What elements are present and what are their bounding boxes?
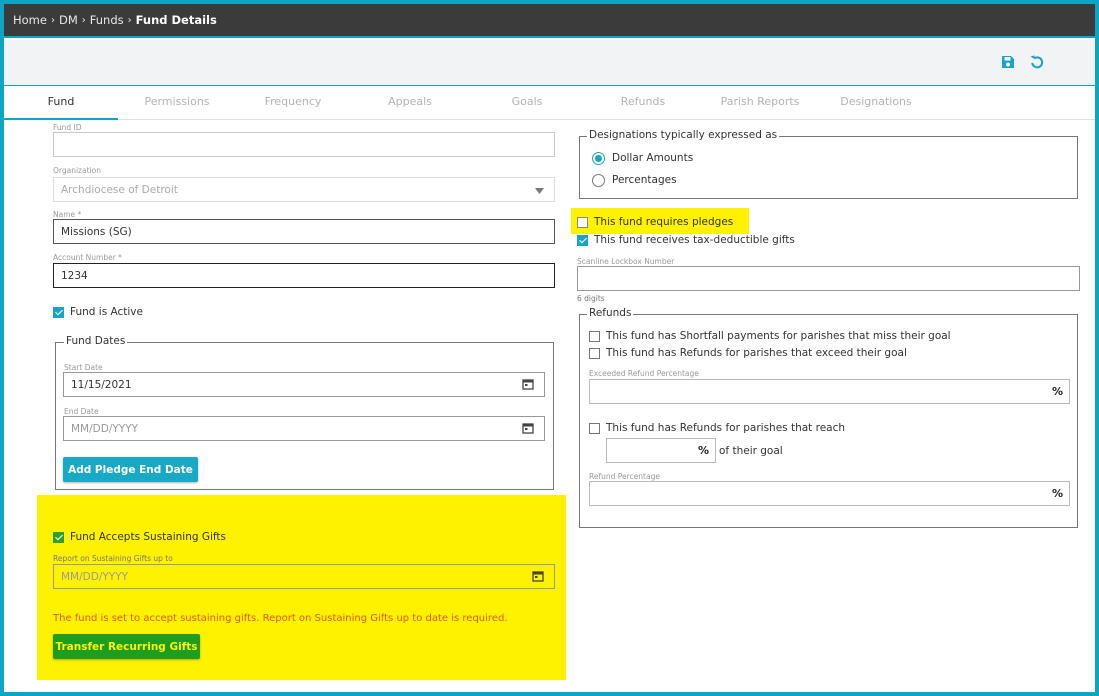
tax-deductible-checkbox[interactable]	[577, 235, 588, 246]
tax-deductible-label: This fund receives tax-deductible gifts	[594, 234, 795, 246]
percentages-radio[interactable]	[592, 174, 605, 187]
percent-icon: %	[1051, 385, 1063, 398]
breadcrumb-current: Fund Details	[135, 13, 217, 27]
organization-label: Organization	[53, 166, 101, 175]
refund-pct-label: Refund Percentage	[589, 472, 660, 481]
tab-designations[interactable]: Designations	[819, 86, 933, 120]
fund-active-label: Fund is Active	[70, 306, 143, 318]
tab-frequency[interactable]: Frequency	[236, 86, 350, 120]
reach-pct-input[interactable]: %	[606, 438, 716, 463]
fund-dates-group: Fund Dates Start Date 11/15/2021 End Dat…	[55, 335, 554, 490]
reach-refunds-checkbox[interactable]	[589, 423, 600, 434]
tab-refunds[interactable]: Refunds	[586, 86, 700, 120]
name-input[interactable]: Missions (SG)	[53, 219, 555, 244]
refunds-group: Refunds This fund has Shortfall payments…	[579, 307, 1078, 528]
requires-pledges-label: This fund requires pledges	[594, 216, 734, 228]
shortfall-label: This fund has Shortfall payments for par…	[606, 330, 951, 342]
end-date-input[interactable]: MM/DD/YYYY	[63, 416, 545, 441]
tab-goals[interactable]: Goals	[470, 86, 584, 120]
refund-pct-input[interactable]: %	[589, 481, 1070, 506]
add-pledge-end-date-button[interactable]: Add Pledge End Date	[63, 457, 198, 482]
dollar-amounts-label: Dollar Amounts	[612, 152, 694, 164]
scanline-input[interactable]	[577, 266, 1080, 291]
fund-dates-legend: Fund Dates	[64, 335, 128, 347]
end-date-label: End Date	[64, 407, 99, 416]
calendar-icon[interactable]	[522, 422, 534, 437]
breadcrumb-funds[interactable]: Funds	[90, 13, 124, 27]
of-their-goal-label: of their goal	[719, 445, 783, 457]
chevron-right-icon: ›	[81, 14, 86, 26]
sustaining-gifts-checkbox[interactable]	[53, 532, 64, 543]
tab-permissions[interactable]: Permissions	[120, 86, 234, 120]
name-label: Name *	[53, 210, 82, 219]
tab-appeals[interactable]: Appeals	[353, 86, 467, 120]
percentages-label: Percentages	[612, 174, 677, 186]
sustaining-error-message: The fund is set to accept sustaining gif…	[53, 613, 508, 624]
scanline-hint: 6 digits	[577, 294, 605, 303]
chevron-down-icon	[535, 185, 544, 197]
toolbar	[4, 40, 1095, 86]
undo-icon[interactable]	[1029, 54, 1047, 72]
fund-id-label: Fund ID	[53, 123, 82, 132]
exceeded-pct-input[interactable]: %	[589, 379, 1070, 404]
report-sustaining-placeholder: MM/DD/YYYY	[61, 570, 129, 583]
percent-icon: %	[697, 444, 709, 457]
account-number-label: Account Number *	[53, 253, 122, 262]
save-icon[interactable]	[1000, 54, 1018, 72]
transfer-recurring-gifts-button[interactable]: Transfer Recurring Gifts	[53, 634, 200, 659]
report-sustaining-label: Report on Sustaining Gifts up to	[53, 554, 173, 563]
designations-legend: Designations typically expressed as	[587, 129, 780, 141]
percent-icon: %	[1051, 487, 1063, 500]
start-date-value: 11/15/2021	[71, 378, 132, 391]
tab-bar: Fund Permissions Frequency Appeals Goals…	[4, 86, 1095, 120]
exceeded-pct-label: Exceeded Refund Percentage	[589, 369, 699, 378]
scanline-label: Scanline Lockbox Number	[577, 257, 675, 266]
tab-parish-reports[interactable]: Parish Reports	[703, 86, 817, 120]
breadcrumb: Home › DM › Funds › Fund Details	[4, 4, 1095, 38]
breadcrumb-home[interactable]: Home	[13, 13, 47, 27]
app-window: Home › DM › Funds › Fund Details Fund Pe…	[4, 4, 1095, 692]
designations-group: Designations typically expressed as Doll…	[579, 129, 1078, 199]
fund-id-input[interactable]	[53, 132, 555, 157]
refunds-legend: Refunds	[587, 307, 634, 319]
end-date-placeholder: MM/DD/YYYY	[71, 422, 139, 435]
calendar-icon[interactable]	[532, 570, 544, 585]
exceed-refunds-checkbox[interactable]	[589, 348, 600, 359]
chevron-right-icon: ›	[127, 14, 132, 26]
sustaining-gifts-label: Fund Accepts Sustaining Gifts	[70, 531, 227, 543]
calendar-icon[interactable]	[522, 378, 534, 393]
account-number-input[interactable]: 1234	[53, 263, 555, 288]
organization-select[interactable]: Archdiocese of Detroit	[53, 177, 555, 202]
chevron-right-icon: ›	[50, 14, 55, 26]
start-date-label: Start Date	[64, 363, 103, 372]
fund-active-checkbox[interactable]	[53, 307, 64, 318]
start-date-input[interactable]: 11/15/2021	[63, 372, 545, 397]
exceed-refunds-label: This fund has Refunds for parishes that …	[606, 347, 907, 359]
tab-fund[interactable]: Fund	[4, 86, 118, 120]
organization-value: Archdiocese of Detroit	[61, 183, 178, 196]
report-sustaining-input[interactable]: MM/DD/YYYY	[53, 564, 555, 589]
reach-refunds-label: This fund has Refunds for parishes that …	[606, 422, 846, 434]
dollar-amounts-radio[interactable]	[592, 152, 605, 165]
breadcrumb-dm[interactable]: DM	[59, 13, 78, 27]
requires-pledges-checkbox[interactable]	[577, 217, 588, 228]
shortfall-checkbox[interactable]	[589, 331, 600, 342]
